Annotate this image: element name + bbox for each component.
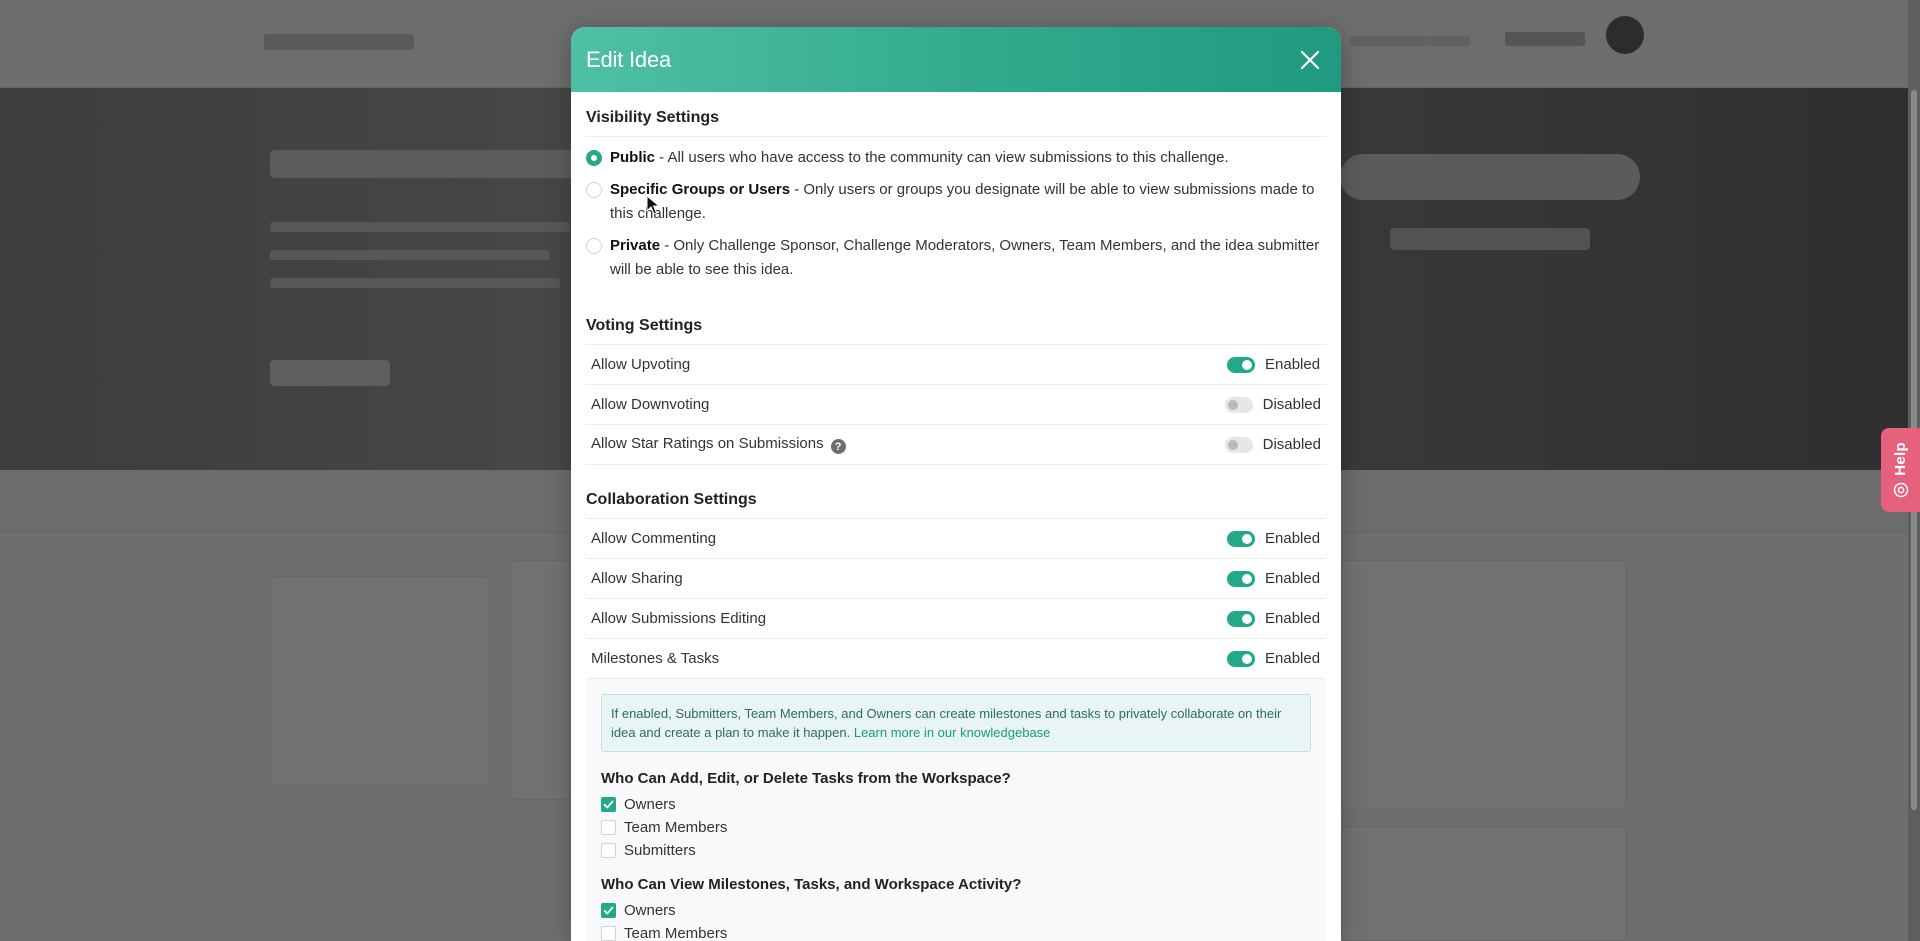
checkbox-unchecked[interactable] — [601, 843, 616, 858]
background-card — [270, 576, 490, 786]
background-avatar — [1606, 16, 1644, 54]
setting-label: Allow Commenting — [591, 530, 717, 547]
setting-label: Milestones & Tasks — [591, 650, 720, 667]
setting-label: Allow Sharing — [591, 570, 683, 587]
background-hero-line — [270, 250, 550, 260]
setting-allow-submissions-editing: Allow Submissions Editing Enabled — [586, 599, 1326, 639]
view-permission-question: Who Can View Milestones, Tasks, and Work… — [601, 876, 1022, 893]
background-card — [1341, 826, 1627, 941]
milestones-tasks-toggle[interactable] — [1227, 650, 1255, 667]
tasks-option-owners[interactable]: Owners — [601, 793, 1311, 816]
star-ratings-toggle[interactable] — [1224, 436, 1253, 453]
background-nav-icons — [1505, 32, 1585, 46]
setting-label: Allow Submissions Editing — [591, 610, 767, 627]
background-hero-line — [270, 278, 560, 288]
lifebuoy-icon — [1893, 482, 1908, 498]
setting-allow-sharing: Allow Sharing Enabled — [586, 559, 1326, 599]
checkbox-label: Owners — [624, 902, 676, 919]
radio-specific-groups[interactable] — [586, 182, 602, 198]
setting-label-wrap: Allow Star Ratings on Submissions? — [591, 435, 846, 455]
visibility-option-private[interactable]: Private - Only Challenge Sponsor, Challe… — [586, 234, 1326, 282]
checkbox-unchecked[interactable] — [601, 820, 616, 835]
toggle-wrap: Disabled — [1224, 436, 1321, 453]
checkmark-icon — [603, 906, 614, 915]
milestones-subpanel: If enabled, Submitters, Team Members, an… — [586, 679, 1326, 941]
toggle-wrap: Disabled — [1224, 396, 1321, 413]
setting-label: Allow Star Ratings on Submissions — [591, 434, 824, 452]
info-icon[interactable]: ? — [830, 439, 846, 455]
commenting-toggle[interactable] — [1227, 530, 1255, 547]
toggle-wrap: Enabled — [1227, 650, 1321, 667]
toggle-state: Disabled — [1262, 396, 1321, 413]
toggle-state: Enabled — [1265, 356, 1321, 373]
close-icon — [1300, 50, 1320, 69]
tasks-permission-question: Who Can Add, Edit, or Delete Tasks from … — [601, 770, 1011, 787]
setting-allow-star-ratings: Allow Star Ratings on Submissions? Disab… — [586, 425, 1326, 465]
toggle-state: Enabled — [1265, 610, 1321, 627]
visibility-option-text: Private - Only Challenge Sponsor, Challe… — [610, 237, 1320, 278]
setting-allow-upvoting: Allow Upvoting Enabled — [586, 345, 1326, 385]
background-hero-line — [270, 222, 570, 232]
downvoting-toggle[interactable] — [1224, 396, 1253, 413]
background-nav-item — [1430, 36, 1470, 46]
toggle-state: Enabled — [1265, 570, 1321, 587]
milestones-info-box: If enabled, Submitters, Team Members, an… — [601, 694, 1311, 752]
view-option-owners[interactable]: Owners — [601, 899, 1311, 922]
background-logo — [264, 34, 414, 50]
background-nav-item — [1350, 36, 1430, 46]
checkbox-checked[interactable] — [601, 797, 616, 812]
help-label: Help — [1892, 442, 1909, 476]
toggle-wrap: Enabled — [1227, 356, 1321, 373]
upvoting-toggle[interactable] — [1227, 356, 1255, 373]
background-card — [510, 560, 570, 800]
tasks-option-submitters[interactable]: Submitters — [601, 839, 1311, 862]
submissions-editing-toggle[interactable] — [1227, 610, 1255, 627]
modal-title: Edit Idea — [586, 46, 672, 72]
visibility-option-public[interactable]: Public - All users who have access to th… — [586, 146, 1326, 170]
visibility-option-specific[interactable]: Specific Groups or Users - Only users or… — [586, 178, 1326, 226]
setting-milestones-tasks: Milestones & Tasks Enabled — [586, 639, 1326, 679]
checkbox-label: Owners — [624, 796, 676, 813]
background-hero-pill — [1340, 154, 1640, 200]
toggle-wrap: Enabled — [1227, 610, 1321, 627]
radio-private[interactable] — [586, 238, 602, 254]
tasks-option-team-members[interactable]: Team Members — [601, 816, 1311, 839]
background-hero-button — [270, 360, 390, 386]
toggle-state: Enabled — [1265, 530, 1321, 547]
radio-public[interactable] — [586, 150, 602, 166]
voting-settings-title: Voting Settings — [586, 317, 1326, 345]
checkbox-unchecked[interactable] — [601, 926, 616, 941]
mouse-cursor-icon — [646, 195, 660, 215]
toggle-wrap: Enabled — [1227, 530, 1321, 547]
edit-idea-modal: Edit Idea Visibility Settings Public - A… — [571, 27, 1341, 941]
help-tab[interactable]: Help — [1881, 428, 1920, 512]
toggle-wrap: Enabled — [1227, 570, 1321, 587]
checkbox-label: Team Members — [624, 819, 728, 836]
setting-allow-downvoting: Allow Downvoting Disabled — [586, 385, 1326, 425]
modal-header: Edit Idea — [571, 27, 1341, 92]
visibility-option-text: Public - All users who have access to th… — [610, 149, 1229, 166]
knowledgebase-link[interactable]: Learn more in our knowledgebase — [854, 725, 1051, 740]
toggle-state: Disabled — [1262, 436, 1321, 453]
sharing-toggle[interactable] — [1227, 570, 1255, 587]
setting-label: Allow Upvoting — [591, 356, 691, 373]
checkbox-checked[interactable] — [601, 903, 616, 918]
background-card — [1341, 560, 1627, 810]
modal-body: Visibility Settings Public - All users w… — [571, 109, 1341, 941]
setting-allow-commenting: Allow Commenting Enabled — [586, 519, 1326, 559]
collaboration-settings-title: Collaboration Settings — [586, 491, 1326, 519]
setting-label: Allow Downvoting — [591, 396, 710, 413]
background-hero-pill — [1390, 228, 1590, 250]
checkbox-label: Team Members — [624, 925, 728, 941]
checkbox-label: Submitters — [624, 842, 696, 859]
checkmark-icon — [603, 800, 614, 809]
visibility-option-text: Specific Groups or Users - Only users or… — [610, 181, 1315, 222]
toggle-state: Enabled — [1265, 650, 1321, 667]
visibility-settings-title: Visibility Settings — [586, 109, 1326, 137]
close-button[interactable] — [1294, 44, 1326, 76]
view-option-team-members[interactable]: Team Members — [601, 922, 1311, 941]
